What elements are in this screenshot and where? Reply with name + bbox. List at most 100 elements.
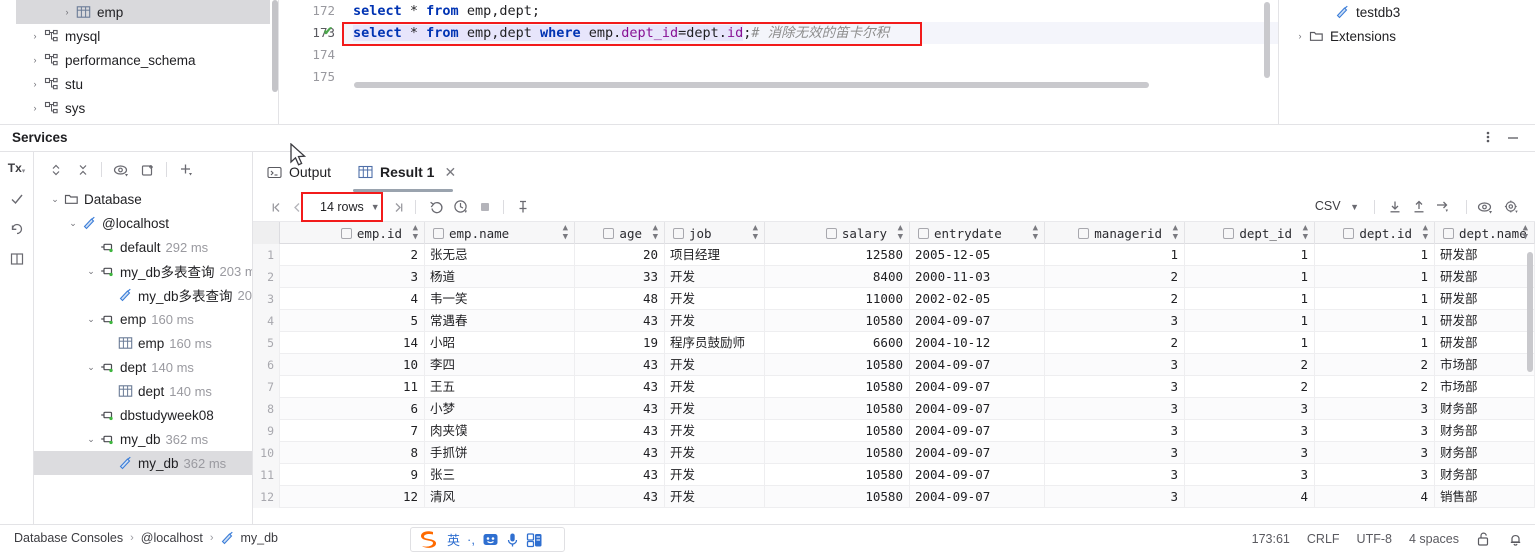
services-minimize-button[interactable] — [1505, 129, 1521, 148]
cell-job[interactable]: 开发 — [665, 486, 765, 508]
column-header-job[interactable]: job ▲ ▼ — [665, 222, 765, 244]
service-tree-item-dbstudyweek08[interactable]: dbstudyweek08 — [34, 403, 252, 427]
indent-label[interactable]: 4 spaces — [1409, 532, 1459, 546]
cell-dept_id[interactable]: 1 — [1185, 266, 1315, 288]
stop-icon[interactable] — [473, 192, 497, 222]
cell-salary[interactable]: 10580 — [765, 398, 910, 420]
cell-managerid[interactable]: 3 — [1045, 442, 1185, 464]
row-number[interactable]: 12 — [253, 486, 280, 508]
next-page-button[interactable] — [387, 192, 409, 222]
service-tree-item-my_db[interactable]: ⌄ my_db 362 ms — [34, 427, 252, 451]
cell-emp.name[interactable]: 王五 — [425, 376, 575, 398]
cell-emp.name[interactable]: 韦一笑 — [425, 288, 575, 310]
encoding-label[interactable]: UTF-8 — [1357, 532, 1392, 546]
result-grid-header[interactable]: emp.id ▲ ▼ emp.name ▲ ▼ age ▲ ▼ job ▲ ▼ salary ▲ ▼ entr… — [253, 222, 1535, 244]
table-row[interactable]: 10 8 手抓饼 43 开发 10580 2004-09-07 3 3 3 财务部 — [253, 442, 1535, 464]
tab-result-1[interactable]: Result 1 ✕ — [358, 158, 456, 186]
cell-job[interactable]: 开发 — [665, 398, 765, 420]
cell-job[interactable]: 开发 — [665, 354, 765, 376]
chevron-right-icon[interactable]: › — [60, 7, 74, 17]
mic-icon[interactable] — [506, 532, 519, 548]
cell-entrydate[interactable]: 2004-09-07 — [910, 310, 1045, 332]
services-tree-toolbar[interactable] — [34, 152, 252, 187]
cell-salary[interactable]: 10580 — [765, 420, 910, 442]
service-tree-item-default[interactable]: default 292 ms — [34, 235, 252, 259]
cell-age[interactable]: 43 — [575, 310, 665, 332]
first-page-button[interactable] — [265, 192, 287, 222]
column-checkbox[interactable] — [603, 227, 615, 239]
sort-indicator-icon[interactable]: ▲ ▼ — [653, 224, 658, 242]
db-tree-item-mysql[interactable]: › mysql — [0, 24, 278, 48]
database-tree-panel[interactable]: › emp › mysql › performance_schema › stu › sys — [0, 0, 278, 124]
cell-dept.name[interactable]: 研发部 — [1435, 244, 1535, 266]
collapse-all-icon[interactable] — [69, 156, 96, 183]
cell-managerid[interactable]: 2 — [1045, 266, 1185, 288]
cell-dept_id[interactable]: 1 — [1185, 310, 1315, 332]
cell-dept.name[interactable]: 财务部 — [1435, 442, 1535, 464]
cell-dept.name[interactable]: 销售部 — [1435, 486, 1535, 508]
sql-editor[interactable]: 172 173 174 175 ✔ select * from emp,dept; s… — [279, 0, 1278, 124]
cell-job[interactable]: 开发 — [665, 464, 765, 486]
cell-age[interactable]: 19 — [575, 332, 665, 354]
cell-dept.id[interactable]: 1 — [1315, 310, 1435, 332]
editor-code-area[interactable]: select * from emp,dept; select * from em… — [343, 0, 1278, 124]
service-tree-item-my_db多表查询[interactable]: my_db多表查询 203 ms — [34, 283, 252, 307]
service-tree-item-dept[interactable]: ⌄ dept 140 ms — [34, 355, 252, 379]
table-row[interactable]: 1 2 张无忌 20 项目经理 12580 2005-12-05 1 1 1 研发部 — [253, 244, 1535, 266]
cell-managerid[interactable]: 2 — [1045, 332, 1185, 354]
cell-dept.id[interactable]: 1 — [1315, 244, 1435, 266]
cell-emp.name[interactable]: 李四 — [425, 354, 575, 376]
cell-dept_id[interactable]: 3 — [1185, 398, 1315, 420]
caret-position-label[interactable]: 173:61 — [1252, 532, 1290, 546]
breadcrumb-item-2[interactable]: my_db — [220, 531, 278, 545]
tx-label[interactable]: Tx ▾ — [0, 152, 33, 184]
cell-dept.id[interactable]: 1 — [1315, 288, 1435, 310]
sort-indicator-icon[interactable]: ▲ ▼ — [753, 224, 758, 242]
cell-job[interactable]: 开发 — [665, 266, 765, 288]
unlocked-icon[interactable] — [1476, 531, 1491, 547]
export-format-button[interactable]: CSV ▼ — [1315, 199, 1359, 213]
column-header-age[interactable]: age ▲ ▼ — [575, 222, 665, 244]
cell-managerid[interactable]: 3 — [1045, 464, 1185, 486]
result-grid[interactable]: emp.id ▲ ▼ emp.name ▲ ▼ age ▲ ▼ job ▲ ▼ salary ▲ ▼ entr… — [253, 222, 1535, 525]
cell-dept_id[interactable]: 4 — [1185, 486, 1315, 508]
cell-salary[interactable]: 11000 — [765, 288, 910, 310]
rollback-icon[interactable] — [0, 214, 33, 244]
table-row[interactable]: 5 14 小昭 19 程序员鼓励师 6600 2004-10-12 2 1 1 研发部 — [253, 332, 1535, 354]
cell-dept_id[interactable]: 3 — [1185, 442, 1315, 464]
chevron-down-icon[interactable]: ⌄ — [84, 434, 98, 445]
cell-dept.name[interactable]: 财务部 — [1435, 398, 1535, 420]
cell-age[interactable]: 43 — [575, 354, 665, 376]
db-tree-item-performance_schema[interactable]: › performance_schema — [0, 48, 278, 72]
column-checkbox[interactable] — [1223, 227, 1235, 239]
cell-job[interactable]: 开发 — [665, 288, 765, 310]
ime-language-label[interactable]: 英 — [447, 530, 460, 549]
cell-managerid[interactable]: 3 — [1045, 486, 1185, 508]
cell-managerid[interactable]: 3 — [1045, 420, 1185, 442]
cell-emp.id[interactable]: 4 — [280, 288, 425, 310]
cell-dept_id[interactable]: 3 — [1185, 420, 1315, 442]
service-tree-item-my_db多表查询[interactable]: ⌄ my_db多表查询 203 ms — [34, 259, 252, 283]
cell-dept.name[interactable]: 研发部 — [1435, 266, 1535, 288]
reload-icon[interactable] — [425, 192, 449, 222]
cell-dept.id[interactable]: 3 — [1315, 420, 1435, 442]
right-tree-item-Extensions[interactable]: › Extensions — [1279, 24, 1535, 48]
sort-indicator-icon[interactable]: ▲ ▼ — [1033, 224, 1038, 242]
column-header-dept_id[interactable]: dept_id ▲ ▼ — [1185, 222, 1315, 244]
table-row[interactable]: 2 3 杨道 33 开发 8400 2000-11-03 2 1 1 研发部 — [253, 266, 1535, 288]
row-number[interactable]: 2 — [253, 266, 280, 288]
ime-punctuation-label[interactable]: ·, — [467, 532, 475, 547]
line-number-175[interactable]: 175 — [279, 66, 343, 88]
column-header-dept.name[interactable]: dept.name ▲ ▼ — [1435, 222, 1535, 244]
ime-toolbar[interactable]: 英 ·, — [410, 527, 565, 552]
new-tab-icon[interactable] — [134, 156, 161, 183]
editor-gutter[interactable]: 172 173 174 175 — [279, 0, 343, 124]
cell-salary[interactable]: 10580 — [765, 464, 910, 486]
chevron-down-icon[interactable]: ⌄ — [48, 194, 62, 205]
chevron-right-icon[interactable]: › — [28, 103, 42, 113]
db-tree-item-emp[interactable]: › emp — [16, 0, 270, 24]
cell-dept.name[interactable]: 财务部 — [1435, 420, 1535, 442]
column-checkbox[interactable] — [340, 227, 352, 239]
column-checkbox[interactable] — [673, 227, 684, 239]
cell-entrydate[interactable]: 2004-09-07 — [910, 486, 1045, 508]
